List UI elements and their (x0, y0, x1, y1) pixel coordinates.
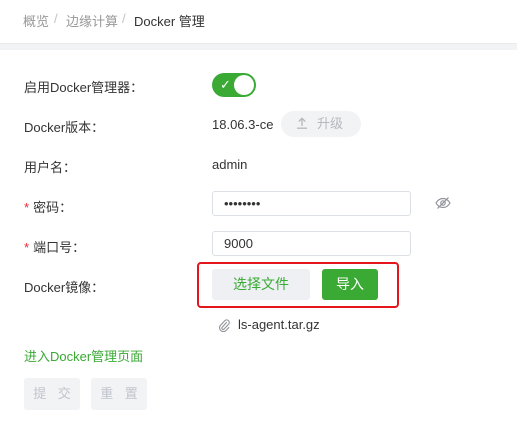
enable-docker-label: 启用Docker管理器： (24, 80, 144, 95)
breadcrumb-separator: / (54, 11, 58, 26)
required-mark: * (24, 200, 30, 215)
paperclip-icon (219, 319, 230, 332)
switch-knob (234, 75, 254, 95)
header-divider (0, 44, 517, 50)
port-field-value: 9000 (224, 236, 253, 251)
check-icon: ✓ (220, 77, 231, 92)
port-label: * 端口号： (24, 237, 85, 256)
import-button[interactable]: 导入 (322, 269, 378, 300)
upload-icon (297, 117, 307, 129)
breadcrumb-edge-computing[interactable]: 边缘计算 (66, 11, 118, 30)
eye-slash-icon[interactable] (435, 196, 451, 210)
password-label-text: 密码： (33, 200, 73, 215)
upgrade-button-label: 升级 (317, 116, 344, 131)
upgrade-button[interactable]: 升级 (281, 111, 361, 137)
port-field[interactable]: 9000 (212, 231, 411, 256)
port-label-text: 端口号： (33, 240, 86, 255)
password-label: * 密码： (24, 197, 72, 216)
username-label: 用户名： (24, 160, 77, 175)
breadcrumb-docker-management: Docker 管理 (134, 14, 205, 29)
top-bar: 概览 / 边缘计算 / Docker 管理 (0, 0, 517, 44)
enter-docker-management-link[interactable]: 进入Docker管理页面 (24, 346, 143, 365)
docker-version-value: 18.06.3-ce (212, 117, 274, 132)
password-field-value: •••••••• (224, 196, 261, 211)
reset-button[interactable]: 重 置 (91, 378, 147, 410)
submit-button[interactable]: 提 交 (24, 378, 80, 410)
username-value: admin (212, 157, 248, 172)
enable-docker-switch[interactable]: ✓ (212, 73, 256, 97)
file-name: ls-agent.tar.gz (238, 317, 320, 332)
password-field[interactable]: •••••••• (212, 191, 411, 216)
docker-version-label: Docker版本： (24, 120, 105, 135)
choose-file-button[interactable]: 选择文件 (212, 269, 310, 300)
breadcrumb-overview[interactable]: 概览 (23, 11, 49, 30)
breadcrumb-separator: / (122, 11, 126, 26)
docker-image-label: Docker镜像： (24, 280, 105, 295)
required-mark: * (24, 240, 30, 255)
